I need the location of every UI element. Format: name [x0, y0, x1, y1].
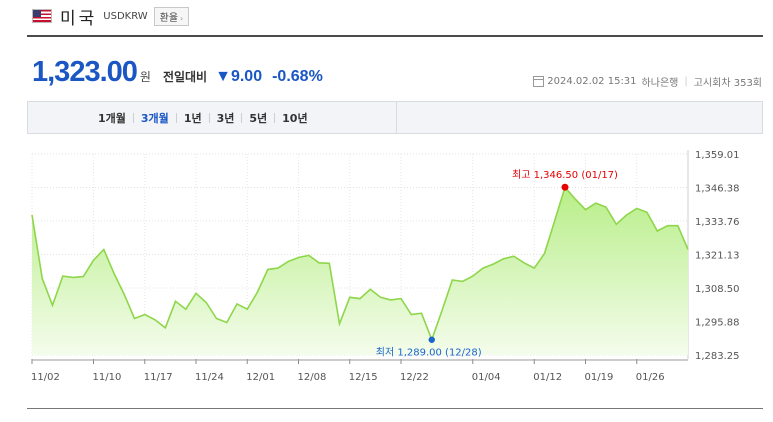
quote-bank: 하나은행 — [641, 78, 679, 89]
x-tick-label: 12/15 — [349, 372, 378, 383]
period-tab[interactable]: 3개월 — [141, 110, 169, 126]
tab-separator — [208, 112, 210, 123]
quote-meta: 2024.02.02 15:31 하나은행 | 고시회차 353회 — [533, 74, 762, 89]
tab-separator — [132, 112, 134, 123]
price-change: ▼9.00 — [215, 68, 263, 85]
exchange-rate-button[interactable]: 환율 › — [153, 6, 190, 26]
period-tab[interactable]: 1년 — [184, 110, 202, 126]
x-tick-label: 11/17 — [144, 372, 173, 383]
meta-separator: | — [684, 76, 688, 87]
x-tick-label: 01/04 — [472, 372, 501, 383]
exchange-rate-chart: 1,359.01 1,346.38 1,333.76 1,321.13 1,308.50… — [31, 150, 740, 383]
series-area — [32, 187, 688, 355]
header-divider — [27, 35, 763, 37]
x-tick-label: 01/26 — [636, 372, 665, 383]
high-point-marker — [561, 183, 569, 191]
low-point-label: 최저 1,289.00 (12/28) — [376, 347, 482, 359]
high-point-label: 최고 1,346.50 (01/17) — [512, 169, 618, 181]
price-summary: 1,323.00 원 전일대비 ▼9.00 -0.68% — [32, 56, 323, 89]
period-tabs: 1개월 3개월 1년 3년 5년 10년 — [27, 101, 763, 134]
period-tab[interactable]: 3년 — [217, 110, 235, 126]
x-tick-label: 01/12 — [533, 372, 562, 383]
footer-divider — [27, 408, 763, 409]
y-tick-label: 1,308.50 — [695, 284, 740, 295]
price-change-percent: -0.68% — [272, 68, 323, 85]
chevron-right-icon: › — [180, 13, 184, 23]
x-tick-label: 12/01 — [246, 372, 275, 383]
x-tick-label: 01/19 — [585, 372, 614, 383]
current-price: 1,323.00 — [32, 56, 138, 88]
y-tick-label: 1,283.25 — [695, 351, 740, 362]
period-tab-list: 1개월 3개월 1년 3년 5년 10년 — [98, 102, 308, 133]
y-tick-label: 1,321.13 — [695, 251, 740, 262]
x-tick-label: 11/02 — [31, 372, 60, 383]
compare-label: 전일대비 — [162, 70, 208, 84]
tab-separator — [175, 112, 177, 123]
currency-code: USDKRW — [103, 10, 148, 22]
tab-separator — [274, 112, 276, 123]
x-tick-label: 11/10 — [93, 372, 122, 383]
y-tick-label: 1,346.38 — [695, 184, 740, 195]
low-point-marker — [428, 336, 435, 343]
y-tick-label: 1,295.88 — [695, 318, 740, 329]
calendar-icon — [533, 76, 545, 87]
exchange-rate-button-label: 환율 — [159, 12, 179, 24]
period-tab[interactable]: 1개월 — [98, 110, 126, 126]
period-tab[interactable]: 10년 — [282, 110, 307, 126]
us-flag-icon — [32, 9, 52, 23]
price-unit: 원 — [139, 70, 151, 84]
country-name: 미국 — [60, 8, 98, 29]
tab-separator — [241, 112, 243, 123]
currency-header: 미국 USDKRW 환율 › — [32, 4, 190, 29]
x-tick-label: 12/22 — [400, 372, 429, 383]
y-tick-label: 1,333.76 — [695, 217, 740, 228]
notice-count: 고시회차 353회 — [693, 78, 762, 89]
period-tab[interactable]: 5년 — [249, 110, 267, 126]
y-tick-label: 1,359.01 — [695, 150, 740, 161]
tabs-divider — [396, 102, 397, 133]
quote-datetime: 2024.02.02 15:31 — [547, 76, 637, 87]
x-tick-label: 12/08 — [298, 372, 327, 383]
x-tick-label: 11/24 — [195, 372, 224, 383]
